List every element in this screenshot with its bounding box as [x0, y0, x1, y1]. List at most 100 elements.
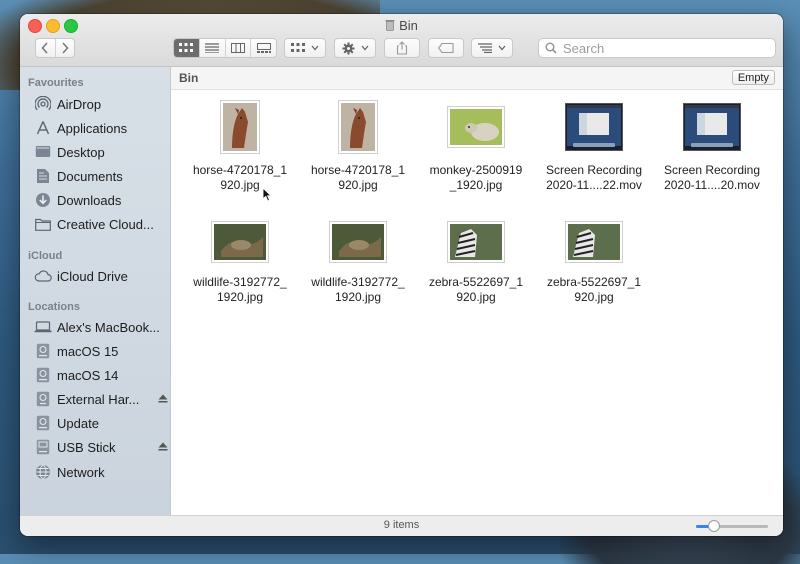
- monkey-thumbnail: [417, 99, 535, 155]
- sidebar-item-label: macOS 15: [57, 343, 119, 359]
- sidebar-item-macos-14[interactable]: macOS 14: [34, 364, 168, 386]
- sidebar-item-label: Update: [57, 415, 99, 431]
- icon-size-slider[interactable]: [696, 520, 768, 532]
- current-folder-label: Bin: [179, 71, 199, 85]
- external-disk-icon: [34, 391, 52, 407]
- wildlife-thumbnail: [181, 217, 299, 267]
- column-view-button[interactable]: [226, 39, 252, 57]
- sidebar-item-documents[interactable]: Documents: [34, 165, 168, 187]
- view-mode-control: [173, 38, 277, 58]
- file-name: zebra-5522697_1 920.jpg: [428, 275, 524, 304]
- group-by-button[interactable]: [284, 38, 326, 58]
- search-input[interactable]: [561, 39, 765, 57]
- file-browser-content: Bin Empty horse-4720178_1 920.jpg horse-4…: [171, 67, 783, 516]
- item-count: 9 items: [383, 519, 420, 531]
- eject-icon[interactable]: [158, 394, 168, 405]
- sidebar-item-desktop[interactable]: Desktop: [34, 141, 168, 163]
- downloads-icon: [34, 192, 52, 208]
- sidebar-item-airdrop[interactable]: AirDrop: [34, 93, 168, 115]
- sidebar-item-external-hard-drive[interactable]: External Har...: [34, 388, 168, 410]
- file-item[interactable]: monkey-2500919 _1920.jpg: [417, 99, 535, 193]
- file-name: wildlife-3192772_ 1920.jpg: [193, 275, 287, 304]
- sidebar-item-usb-stick[interactable]: USB Stick: [34, 436, 168, 458]
- sidebar-item-label: macOS 14: [57, 367, 119, 383]
- sidebar-item-creative-cloud[interactable]: Creative Cloud...: [34, 213, 168, 235]
- sidebar-item-label: AirDrop: [57, 96, 102, 112]
- usb-icon: [34, 439, 52, 455]
- sidebar-section-icloud: iCloud: [28, 250, 63, 262]
- file-item[interactable]: Screen Recording 2020-11....20.mov: [653, 99, 771, 193]
- action-menu-button[interactable]: [334, 38, 376, 58]
- window-title: Bin: [399, 18, 418, 33]
- gallery-icon: [256, 43, 271, 53]
- eject-icon[interactable]: [158, 442, 168, 453]
- file-item[interactable]: zebra-5522697_1 920.jpg: [417, 217, 535, 305]
- sort-menu-button[interactable]: [471, 38, 513, 58]
- zebra-thumbnail: [535, 217, 653, 267]
- screen-recording-thumbnail: [535, 99, 653, 155]
- sidebar-item-label: Downloads: [57, 192, 122, 208]
- sidebar-item-label: Desktop: [57, 144, 105, 160]
- gallery-view-button[interactable]: [251, 39, 276, 57]
- file-name: Screen Recording 2020-11....20.mov: [663, 163, 761, 192]
- file-item[interactable]: horse-4720178_1 920.jpg: [299, 99, 417, 193]
- search-field[interactable]: [538, 38, 776, 58]
- sidebar-item-label: Documents: [57, 168, 123, 184]
- group-grid-icon: [291, 43, 305, 52]
- sidebar-item-network[interactable]: Network: [34, 461, 168, 483]
- status-bar: 9 items: [20, 515, 783, 536]
- file-item[interactable]: wildlife-3192772_ 1920.jpg: [181, 217, 299, 305]
- horse-thumbnail: [181, 99, 299, 155]
- file-name: monkey-2500919 _1920.jpg: [429, 163, 523, 192]
- sidebar-item-applications[interactable]: Applications: [34, 117, 168, 139]
- icon-size-slider-knob[interactable]: [708, 520, 720, 532]
- sidebar: Favourites AirDrop Applications Desktop …: [20, 67, 171, 516]
- forward-button[interactable]: [56, 39, 75, 57]
- file-name: horse-4720178_1 920.jpg: [192, 163, 288, 192]
- horse-thumbnail: [299, 99, 417, 155]
- sidebar-item-label: External Har...: [57, 391, 140, 407]
- tags-button[interactable]: [428, 38, 464, 58]
- sidebar-item-downloads[interactable]: Downloads: [34, 189, 168, 211]
- tag-icon: [438, 43, 454, 53]
- window-title-area: Bin: [20, 18, 783, 34]
- sidebar-item-icloud-drive[interactable]: iCloud Drive: [34, 265, 168, 287]
- disk-icon: [34, 343, 52, 359]
- empty-bin-button[interactable]: Empty: [731, 70, 775, 85]
- trash-icon: [385, 19, 395, 34]
- screen-recording-thumbnail: [653, 99, 771, 155]
- airdrop-icon: [34, 96, 52, 112]
- network-icon: [34, 464, 52, 480]
- file-item[interactable]: wildlife-3192772_ 1920.jpg: [299, 217, 417, 305]
- cloud-icon: [34, 268, 52, 284]
- desktop-icon: [34, 144, 52, 160]
- sidebar-item-macos-15[interactable]: macOS 15: [34, 340, 168, 362]
- title-bar: Bin: [20, 14, 783, 67]
- list-icon: [205, 43, 220, 53]
- gear-icon: [341, 41, 355, 55]
- file-item[interactable]: zebra-5522697_1 920.jpg: [535, 217, 653, 305]
- sidebar-item-label: Creative Cloud...: [57, 216, 154, 232]
- applications-icon: [34, 120, 52, 136]
- file-name: zebra-5522697_1 920.jpg: [546, 275, 642, 304]
- disk-icon: [34, 415, 52, 431]
- folder-icon: [34, 216, 52, 232]
- sidebar-section-favourites: Favourites: [28, 77, 84, 89]
- share-button[interactable]: [384, 38, 420, 58]
- documents-icon: [34, 168, 52, 184]
- sidebar-item-label: Network: [57, 464, 105, 480]
- chevron-right-icon: [62, 42, 69, 54]
- zebra-thumbnail: [417, 217, 535, 267]
- back-button[interactable]: [36, 39, 56, 57]
- icon-view-button[interactable]: [174, 39, 200, 57]
- list-view-button[interactable]: [200, 39, 226, 57]
- file-item[interactable]: Screen Recording 2020-11....22.mov: [535, 99, 653, 193]
- file-name: wildlife-3192772_ 1920.jpg: [311, 275, 405, 304]
- chevron-down-icon: [498, 45, 506, 51]
- sidebar-item-macbook[interactable]: Alex's MacBook...: [34, 316, 168, 338]
- sidebar-item-update[interactable]: Update: [34, 412, 168, 434]
- icon-grid-icon: [179, 43, 194, 52]
- path-bar: Bin Empty: [171, 67, 783, 90]
- file-item[interactable]: horse-4720178_1 920.jpg: [181, 99, 299, 193]
- sidebar-item-label: Applications: [57, 120, 128, 136]
